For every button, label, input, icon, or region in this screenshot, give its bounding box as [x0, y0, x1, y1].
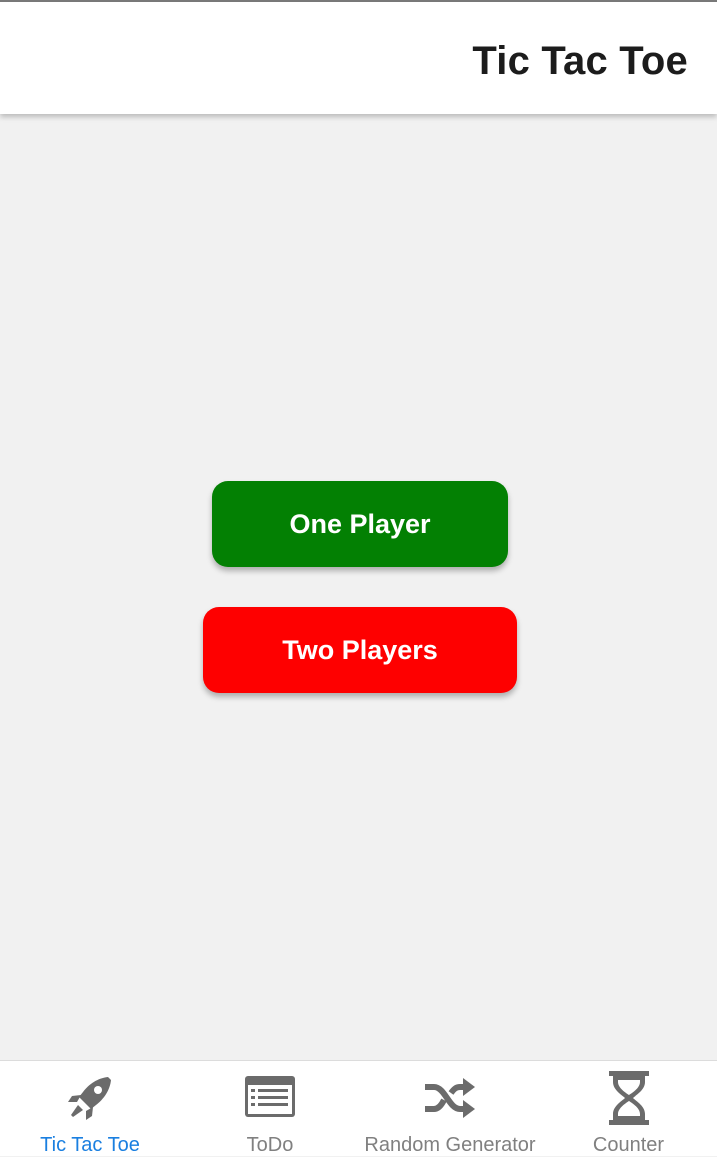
page-title: Tic Tac Toe	[472, 39, 688, 83]
main-content	[0, 114, 717, 1060]
tab-label: Counter	[592, 1134, 665, 1156]
shuffle-icon	[421, 1069, 479, 1127]
rocket-icon	[61, 1069, 119, 1127]
tab-tic-tac-toe[interactable]: Tic Tac Toe	[0, 1061, 180, 1157]
two-players-button[interactable]: Two Players	[203, 607, 517, 693]
tab-label: ToDo	[246, 1134, 294, 1156]
bottom-tab-bar: Tic Tac Toe ToDo Random Generator Counte…	[0, 1060, 717, 1156]
tab-label: Random Generator	[364, 1134, 536, 1156]
tab-random-generator[interactable]: Random Generator	[360, 1061, 540, 1157]
hourglass-icon	[600, 1069, 658, 1127]
tab-label: Tic Tac Toe	[40, 1134, 140, 1156]
tab-counter[interactable]: Counter	[540, 1061, 717, 1157]
one-player-button[interactable]: One Player	[212, 481, 508, 567]
list-icon	[241, 1069, 299, 1127]
tab-todo[interactable]: ToDo	[180, 1061, 360, 1157]
app-header: Tic Tac Toe	[0, 2, 717, 114]
